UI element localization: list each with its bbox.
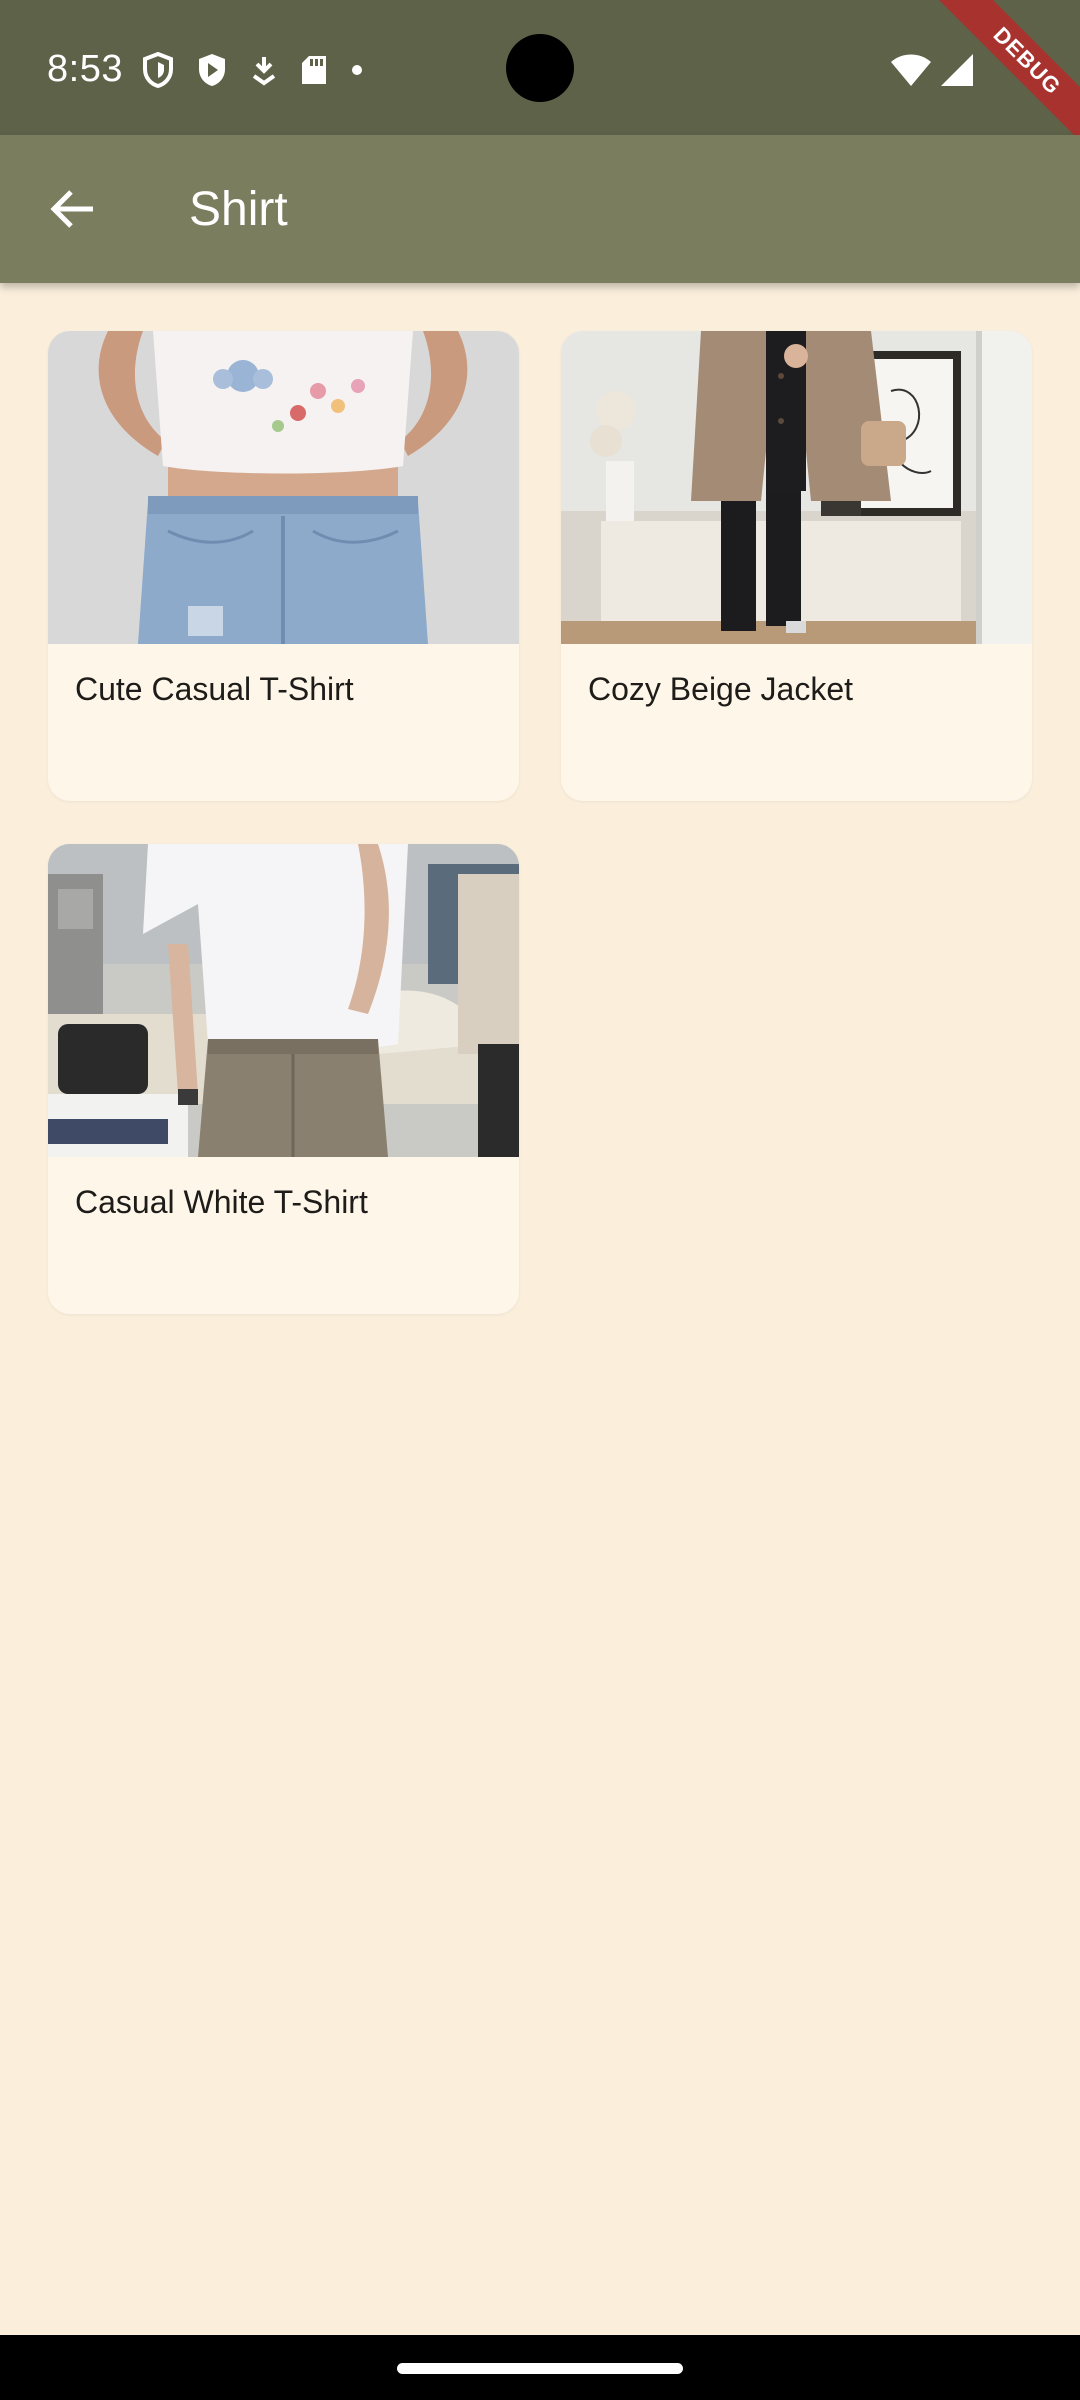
item-card-cozy-beige-jacket[interactable]: Cozy Beige Jacket	[561, 331, 1032, 801]
shield-play-icon	[199, 54, 225, 86]
app-bar: Shirt	[0, 135, 1080, 283]
item-image-white-t-shirt	[48, 844, 519, 1157]
item-title: Casual White T-Shirt	[75, 1184, 368, 1220]
wifi-icon	[891, 54, 931, 86]
item-title: Cute Casual T-Shirt	[75, 671, 354, 707]
status-icons-left	[142, 50, 364, 90]
status-time: 8:53	[47, 48, 123, 90]
signal-icon	[941, 54, 973, 86]
item-image-t-shirt	[48, 331, 519, 644]
camera-cutout	[506, 34, 574, 102]
download-arrow-icon	[252, 57, 276, 86]
shield-outline-icon	[143, 52, 173, 88]
arrow-back-icon	[50, 190, 93, 228]
page-title: Shirt	[189, 183, 288, 236]
status-icons-right	[890, 50, 974, 90]
item-image-jacket	[561, 331, 1032, 644]
home-indicator[interactable]	[397, 2363, 683, 2374]
status-bar: 8:53	[0, 0, 1080, 135]
item-card-casual-white-t-shirt[interactable]: Casual White T-Shirt	[48, 844, 519, 1314]
dot-icon	[352, 65, 362, 75]
system-nav-bar	[0, 2335, 1080, 2400]
item-card-cute-casual-t-shirt[interactable]: Cute Casual T-Shirt	[48, 331, 519, 801]
item-title: Cozy Beige Jacket	[588, 671, 854, 707]
sd-card-icon	[302, 56, 326, 84]
back-button[interactable]	[30, 169, 114, 249]
